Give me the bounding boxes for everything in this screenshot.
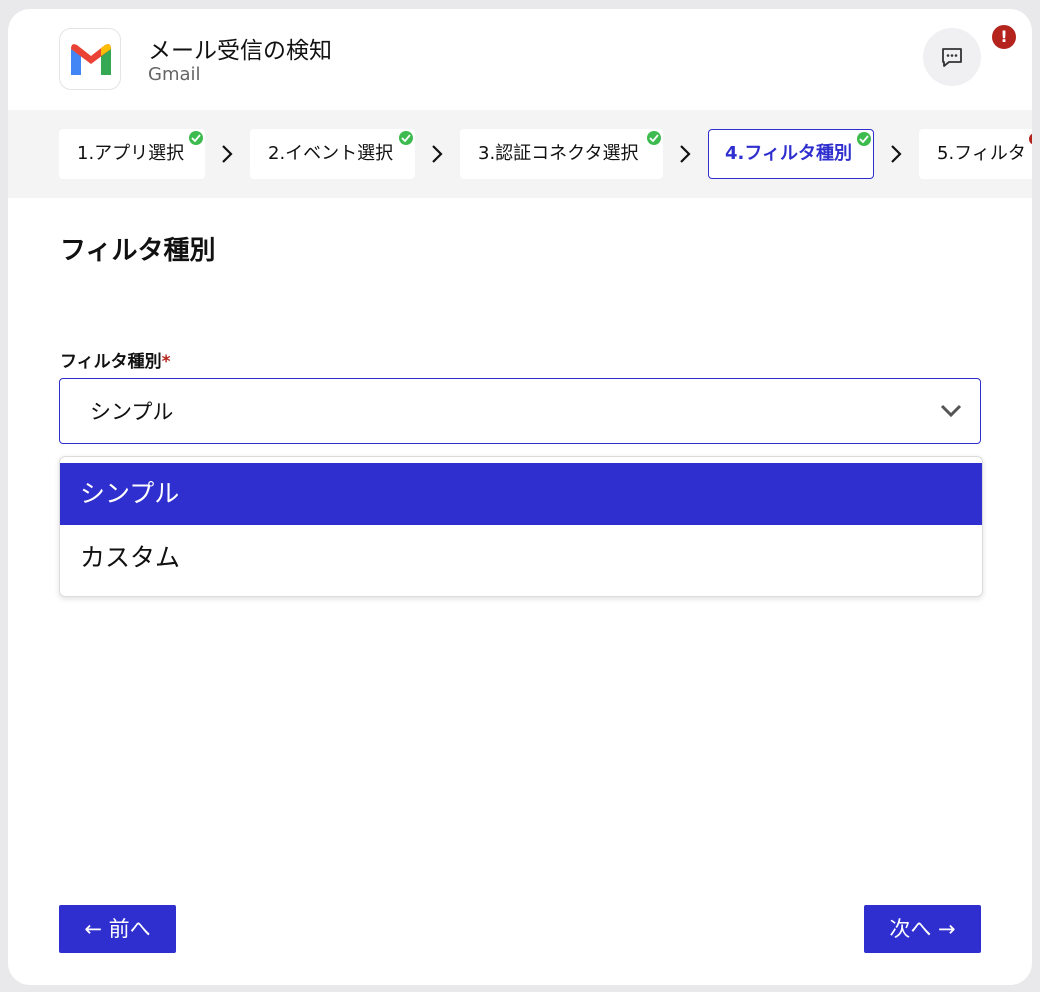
step-connector-select[interactable]: 3.認証コネクタ選択 xyxy=(460,129,663,179)
chat-bubble-icon xyxy=(942,48,962,67)
page-header-title: メール受信の検知 xyxy=(148,38,332,64)
filter-type-dropdown: シンプル カスタム xyxy=(59,456,983,597)
page-header-subtitle: Gmail xyxy=(148,64,201,85)
step-filter[interactable]: 5.フィルタ xyxy=(919,129,1032,179)
filter-type-label: フィルタ種別* xyxy=(60,347,171,372)
section-title: フィルタ種別 xyxy=(60,236,216,266)
step-label: 4.フィルタ種別 xyxy=(725,143,853,164)
chevron-right-icon xyxy=(891,145,902,163)
next-button[interactable]: 次へ → xyxy=(864,905,981,953)
previous-button[interactable]: ← 前へ xyxy=(59,905,176,953)
gmail-logo-icon xyxy=(59,28,121,90)
check-icon xyxy=(857,132,871,146)
step-label: 1.アプリ選択 xyxy=(77,143,185,164)
option-custom[interactable]: カスタム xyxy=(60,527,982,589)
workflow-card: メール受信の検知 Gmail ! 1.アプリ選択 2.イベント選択 3.認証コネ… xyxy=(8,9,1032,985)
chevron-right-icon xyxy=(432,145,443,163)
check-icon xyxy=(399,131,413,145)
check-icon xyxy=(647,131,661,145)
alert-badge[interactable]: ! xyxy=(992,25,1016,49)
filter-type-select[interactable]: シンプル xyxy=(59,378,981,444)
required-mark: * xyxy=(161,352,171,372)
step-navigation: 1.アプリ選択 2.イベント選択 3.認証コネクタ選択 4.フィルタ種別 5.フ… xyxy=(8,110,1032,198)
step-filter-type[interactable]: 4.フィルタ種別 xyxy=(708,129,874,179)
chevron-down-icon xyxy=(940,404,962,418)
select-current-value: シンプル xyxy=(90,400,174,424)
step-label: 5.フィルタ xyxy=(937,143,1026,164)
step-event-select[interactable]: 2.イベント選択 xyxy=(250,129,415,179)
error-icon xyxy=(1029,133,1032,145)
chevron-right-icon xyxy=(680,145,691,163)
filter-type-label-text: フィルタ種別 xyxy=(60,352,162,372)
step-app-select[interactable]: 1.アプリ選択 xyxy=(59,129,205,179)
step-label: 2.イベント選択 xyxy=(268,143,394,164)
chevron-right-icon xyxy=(222,145,233,163)
check-icon xyxy=(189,131,203,145)
chat-button[interactable] xyxy=(923,28,981,86)
option-simple[interactable]: シンプル xyxy=(60,463,982,525)
step-label: 3.認証コネクタ選択 xyxy=(478,143,639,164)
